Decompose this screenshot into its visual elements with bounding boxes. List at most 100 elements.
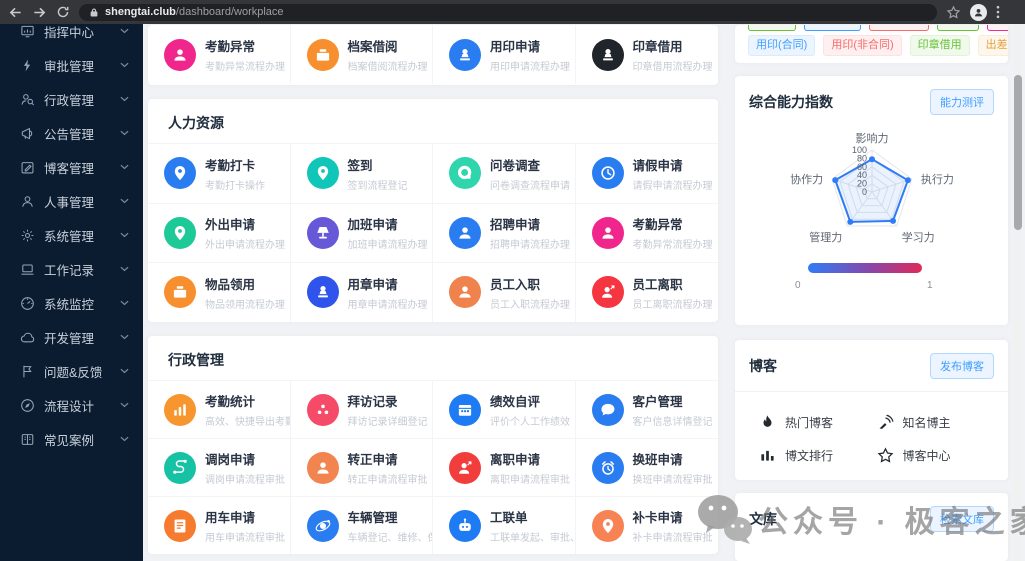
pin-icon	[306, 157, 339, 190]
blog-link[interactable]: 博客中心	[877, 447, 985, 464]
library-panel: 文库 检索文库	[735, 493, 1008, 561]
user-out-icon	[591, 276, 624, 309]
sidebar-item[interactable]: 指挥中心	[0, 24, 143, 48]
chevron-down-icon	[120, 164, 129, 170]
service-item[interactable]: 客户管理 客户信息详情登记	[575, 380, 718, 438]
service-subtitle: 拜访记录详细登记	[347, 417, 428, 428]
menu-dots-icon[interactable]	[996, 5, 1000, 19]
url-bar[interactable]: shengtai.club/dashboard/workplace	[79, 3, 937, 21]
seal-tag[interactable]: 印章借用	[909, 35, 970, 56]
sidebar-item[interactable]: 系统监控	[0, 286, 143, 320]
section-panel-hr: 人力资源 考勤打卡 考勤打卡操作 签到 签到流程登记 问卷调查 问卷调查流程申请 请假申请请…	[148, 99, 718, 322]
back-icon[interactable]	[8, 5, 23, 20]
service-title: 离职申请	[490, 453, 541, 467]
service-title: 客户管理	[632, 395, 683, 409]
service-item[interactable]: 用章申请 用章申请流程办理	[290, 262, 433, 322]
blog-title: 博客	[749, 358, 777, 374]
sidebar-item[interactable]: 人事管理	[0, 184, 143, 218]
library-search-button[interactable]: 检索文库	[930, 506, 994, 532]
service-item[interactable]: 请假申请 请假申请流程办理	[575, 143, 718, 203]
chevron-down-icon	[120, 300, 129, 306]
ability-title: 综合能力指数	[749, 94, 833, 110]
clipped-tag	[937, 25, 979, 31]
flag-icon	[20, 364, 35, 379]
chevron-down-icon	[120, 198, 129, 204]
reload-icon[interactable]	[56, 5, 70, 19]
user-icon	[20, 194, 35, 209]
service-item[interactable]: 转正申请 转正申请流程审批	[290, 438, 433, 496]
service-title: 绩效自评	[490, 395, 541, 409]
scrollbar-thumb[interactable]	[1014, 75, 1022, 230]
sidebar-item[interactable]: 系统管理	[0, 218, 143, 252]
svg-text:0: 0	[862, 187, 867, 197]
alarm-icon	[591, 451, 624, 484]
service-item[interactable]: 考勤异常 考勤异常流程办理	[148, 25, 291, 84]
star-icon	[877, 447, 893, 463]
sidebar-item[interactable]: 行政管理	[0, 82, 143, 116]
service-item[interactable]: 用印申请 用印申请流程办理	[433, 25, 576, 84]
svg-text:执行力: 执行力	[921, 172, 954, 186]
edit-icon	[20, 160, 35, 175]
service-item[interactable]: 工联单 工联单发起、审批、	[433, 496, 576, 554]
service-title: 用印申请	[490, 40, 541, 54]
sidebar-item[interactable]: 问题&反馈	[0, 354, 143, 388]
lamp-icon	[306, 216, 339, 249]
service-item[interactable]: 调岗申请 调岗申请流程审批	[148, 438, 291, 496]
box-icon	[164, 276, 196, 309]
seal-tag[interactable]: 用印(合同)	[748, 35, 816, 56]
sidebar-item-label: 流程设计	[44, 399, 95, 414]
chevron-down-icon	[120, 368, 129, 374]
sidebar-item[interactable]: 审批管理	[0, 48, 143, 82]
service-item[interactable]: 考勤打卡 考勤打卡操作	[148, 143, 291, 203]
seal-tags-panel: 用印(合同) 用印(非合同) 印章借用出差申请	[735, 25, 1008, 63]
service-item[interactable]: 车辆管理车辆登记、维修、保养	[290, 496, 433, 554]
service-item[interactable]: 换班申请 换班申请流程审批	[575, 438, 718, 496]
pin-icon	[591, 509, 624, 542]
service-item[interactable]: 外出申请 外出申请流程办理	[148, 202, 291, 263]
service-item[interactable]: 档案借阅 档案借阅流程办理	[291, 25, 433, 84]
blog-link[interactable]: 博文排行	[759, 447, 867, 464]
profile-avatar[interactable]	[970, 3, 987, 21]
laptop-icon	[20, 262, 35, 277]
service-item[interactable]: 物品领用 物品领用流程办理	[148, 262, 291, 322]
sidebar-item-label: 博客管理	[44, 161, 95, 176]
service-subtitle: 高效、快捷导出考勤	[205, 417, 290, 428]
robot-icon	[449, 509, 481, 542]
visualmap-max-label: 1	[927, 280, 933, 291]
sidebar-item[interactable]: 公告管理	[0, 116, 143, 150]
sidebar-item[interactable]: 流程设计	[0, 388, 143, 422]
blog-link[interactable]: 热门博客	[759, 414, 867, 431]
gear-icon	[20, 228, 35, 243]
service-item[interactable]: 用车申请 用车申请流程审批	[148, 496, 291, 554]
sidebar-item[interactable]: 博客管理	[0, 150, 143, 184]
service-item[interactable]: 拜访记录 拜访记录详细登记	[290, 380, 433, 438]
sidebar-item[interactable]: 开发管理	[0, 320, 143, 354]
sidebar: 指挥中心 审批管理 行政管理 公告管理博客管理人事管理 系统管理 工作记录 系统监控 开发管理…	[0, 24, 143, 561]
service-item[interactable]: 招聘申请 招聘申请流程办理	[433, 202, 576, 263]
service-item[interactable]: 签到 签到流程登记	[290, 143, 433, 203]
service-item[interactable]: 员工入职 员工入职流程办理	[433, 262, 576, 322]
page-scrollbar[interactable]	[1014, 24, 1022, 561]
seal-tag[interactable]: 用印(非合同)	[823, 35, 902, 56]
publish-blog-button[interactable]: 发布博客	[930, 353, 994, 379]
section-title-admin: 行政管理	[168, 352, 224, 368]
sidebar-item[interactable]: 常见案例	[0, 422, 143, 456]
service-item[interactable]: 员工离职 员工离职流程办理	[575, 262, 718, 322]
bookmark-star-icon[interactable]	[946, 4, 961, 20]
service-item[interactable]: 补卡申请 补卡申请流程审批	[575, 496, 718, 554]
bars-icon	[761, 450, 774, 461]
service-item[interactable]: 加班申请 加班申请流程办理	[290, 202, 433, 263]
blog-link[interactable]: 知名博主	[877, 414, 985, 431]
service-item[interactable]: 考勤统计 高效、快捷导出考勤	[148, 380, 291, 438]
url-path: /dashboard/workplace	[175, 6, 284, 18]
service-item[interactable]: 印章借用 印章借用流程办理	[576, 25, 719, 84]
sidebar-item[interactable]: 工作记录	[0, 252, 143, 286]
service-item[interactable]: 离职申请 离职申请流程审批	[433, 438, 576, 496]
service-item[interactable]: 问卷调查 问卷调查流程申请	[433, 143, 576, 203]
visualmap-gradient-bar	[808, 263, 922, 273]
service-item[interactable]: 考勤异常 考勤异常流程办理	[575, 202, 718, 263]
service-title: 员工离职	[632, 277, 683, 292]
forward-icon[interactable]	[32, 5, 47, 20]
service-item[interactable]: 绩效自评 评价个人工作绩效	[433, 380, 576, 438]
seal-tag[interactable]: 出差申请	[977, 35, 1008, 56]
